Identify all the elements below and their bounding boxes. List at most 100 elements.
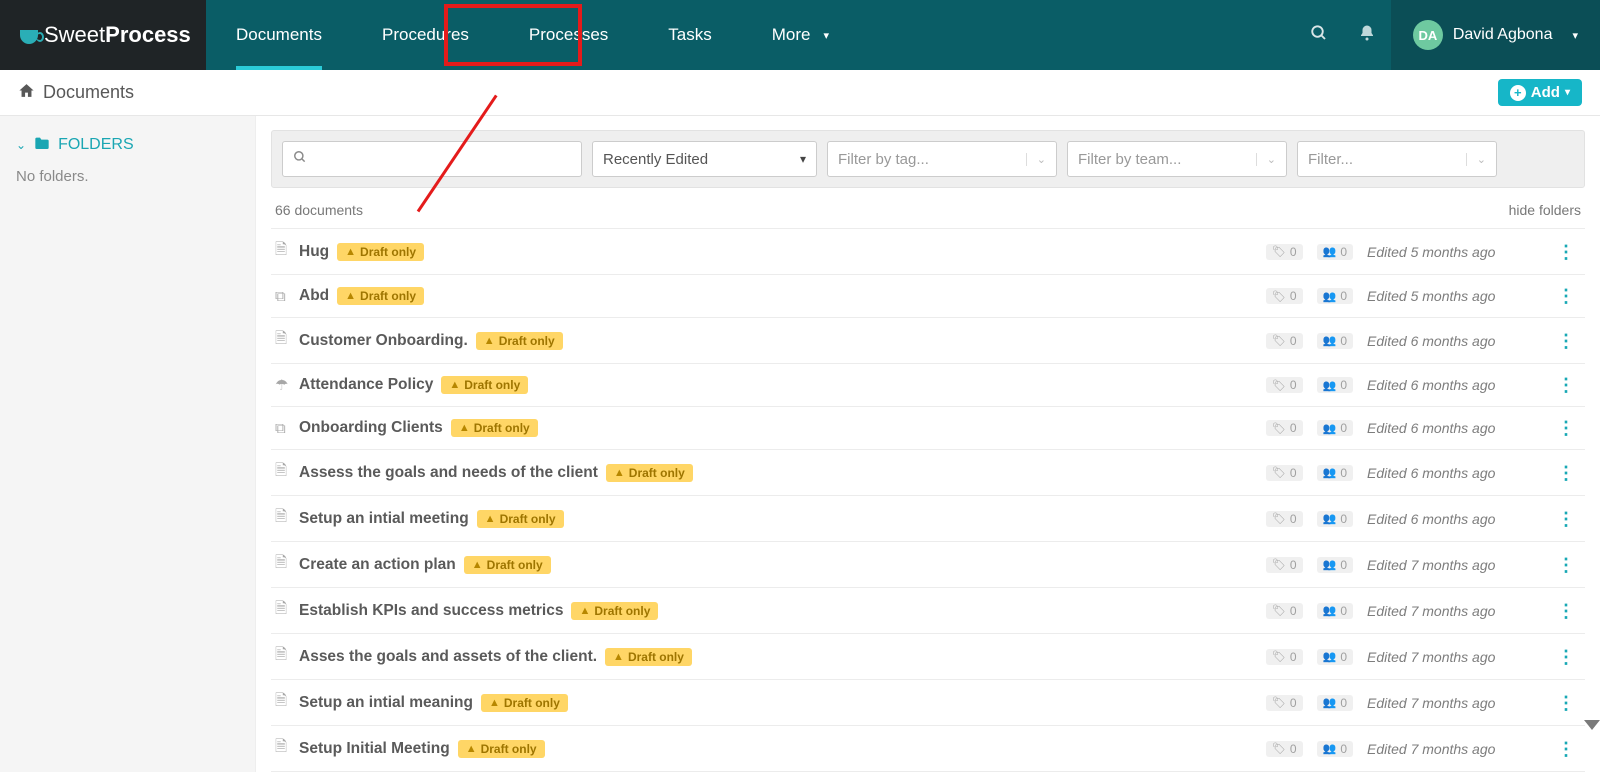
row-menu-icon[interactable]: ⋮ bbox=[1551, 247, 1581, 257]
document-title[interactable]: Assess the goals and needs of the client bbox=[299, 464, 598, 482]
tag-icon: 🏷 bbox=[1272, 379, 1286, 392]
edited-timestamp: Edited 6 months ago bbox=[1367, 511, 1537, 527]
row-menu-icon[interactable]: ⋮ bbox=[1551, 291, 1581, 301]
sidebar: ⌄ FOLDERS No folders. bbox=[0, 116, 256, 772]
draft-badge: ▲ Draft only bbox=[477, 510, 564, 528]
table-row[interactable]: 🗎 Hug ▲ Draft only 🏷0 👥0 Edited 5 months… bbox=[271, 228, 1585, 274]
document-title[interactable]: Onboarding Clients bbox=[299, 419, 443, 437]
tag-icon: 🏷 bbox=[1272, 334, 1286, 347]
brand-logo[interactable]: SweetProcess bbox=[0, 0, 206, 70]
tag-icon: 🏷 bbox=[1272, 696, 1286, 709]
people-icon: 👥 bbox=[1323, 379, 1337, 392]
tag-count: 🏷0 bbox=[1266, 465, 1303, 481]
chevron-down-icon: ▾ bbox=[821, 29, 830, 42]
draft-badge: ▲ Draft only bbox=[337, 243, 424, 261]
scroll-down-icon[interactable] bbox=[1584, 720, 1600, 730]
document-title[interactable]: Hug bbox=[299, 243, 329, 261]
nav-procedures[interactable]: Procedures bbox=[352, 0, 499, 70]
main-nav: Documents Procedures Processes Tasks Mor… bbox=[206, 0, 859, 70]
nav-tasks[interactable]: Tasks bbox=[638, 0, 741, 70]
user-menu[interactable]: DA David Agbona ▾ bbox=[1391, 0, 1600, 70]
document-title[interactable]: Establish KPIs and success metrics bbox=[299, 602, 563, 620]
hide-folders-link[interactable]: hide folders bbox=[1509, 202, 1581, 218]
plus-icon: + bbox=[1510, 85, 1526, 101]
table-row[interactable]: 🗎 Setup an intial meeting ▲ Draft only 🏷… bbox=[271, 495, 1585, 541]
page-body: ⌄ FOLDERS No folders. Recently Edited ▾ … bbox=[0, 116, 1600, 772]
tag-icon: 🏷 bbox=[1272, 604, 1286, 617]
people-count: 👥0 bbox=[1317, 465, 1353, 481]
folders-empty: No folders. bbox=[16, 168, 239, 185]
row-menu-icon[interactable]: ⋮ bbox=[1551, 423, 1581, 433]
row-menu-icon[interactable]: ⋮ bbox=[1551, 652, 1581, 662]
edited-timestamp: Edited 5 months ago bbox=[1367, 288, 1537, 304]
row-menu-icon[interactable]: ⋮ bbox=[1551, 698, 1581, 708]
table-row[interactable]: ⧉ Onboarding Clients ▲ Draft only 🏷0 👥0 … bbox=[271, 406, 1585, 449]
draft-badge: ▲ Draft only bbox=[606, 464, 693, 482]
table-row[interactable]: ☂ Attendance Policy ▲ Draft only 🏷0 👥0 E… bbox=[271, 363, 1585, 406]
row-menu-icon[interactable]: ⋮ bbox=[1551, 514, 1581, 524]
draft-badge: ▲ Draft only bbox=[451, 419, 538, 437]
row-menu-icon[interactable]: ⋮ bbox=[1551, 336, 1581, 346]
document-count: 66 documents bbox=[275, 202, 363, 218]
document-title[interactable]: Attendance Policy bbox=[299, 376, 433, 394]
table-row[interactable]: 🗎 Setup an intial meaning ▲ Draft only 🏷… bbox=[271, 679, 1585, 725]
search-input-wrap[interactable] bbox=[282, 141, 582, 177]
document-title[interactable]: Setup an intial meaning bbox=[299, 694, 473, 712]
row-menu-icon[interactable]: ⋮ bbox=[1551, 380, 1581, 390]
doc-icon: 🗎 bbox=[275, 598, 291, 623]
document-title[interactable]: Setup an intial meeting bbox=[299, 510, 469, 528]
document-title[interactable]: Create an action plan bbox=[299, 556, 456, 574]
warning-icon: ▲ bbox=[614, 467, 625, 479]
folder-icon bbox=[34, 136, 50, 154]
nav-processes[interactable]: Processes bbox=[499, 0, 638, 70]
folders-toggle[interactable]: ⌄ FOLDERS bbox=[16, 136, 239, 154]
warning-icon: ▲ bbox=[579, 605, 590, 617]
sort-select[interactable]: Recently Edited ▾ bbox=[592, 141, 817, 177]
people-count: 👥0 bbox=[1317, 741, 1353, 757]
people-count: 👥0 bbox=[1317, 420, 1353, 436]
filter-team-select[interactable]: Filter by team... ⌄ bbox=[1067, 141, 1287, 177]
filter-other-select[interactable]: Filter... ⌄ bbox=[1297, 141, 1497, 177]
table-row[interactable]: 🗎 Create an action plan ▲ Draft only 🏷0 … bbox=[271, 541, 1585, 587]
copy-icon: ⧉ bbox=[275, 420, 291, 437]
tag-icon: 🏷 bbox=[1272, 245, 1286, 258]
row-menu-icon[interactable]: ⋮ bbox=[1551, 744, 1581, 754]
home-icon[interactable] bbox=[18, 82, 35, 104]
topbar-right: DA David Agbona ▾ bbox=[1295, 0, 1600, 70]
document-title[interactable]: Customer Onboarding. bbox=[299, 332, 468, 350]
draft-badge: ▲ Draft only bbox=[337, 287, 424, 305]
tag-count: 🏷0 bbox=[1266, 377, 1303, 393]
chevron-down-icon: ▾ bbox=[1572, 29, 1578, 42]
filter-tag-select[interactable]: Filter by tag... ⌄ bbox=[827, 141, 1057, 177]
filter-bar: Recently Edited ▾ Filter by tag... ⌄ Fil… bbox=[271, 130, 1585, 188]
nav-more[interactable]: More ▾ bbox=[742, 0, 859, 70]
row-menu-icon[interactable]: ⋮ bbox=[1551, 560, 1581, 570]
warning-icon: ▲ bbox=[449, 379, 460, 391]
chevron-down-icon: ⌄ bbox=[1026, 153, 1046, 166]
document-title[interactable]: Setup Initial Meeting bbox=[299, 740, 450, 758]
document-title[interactable]: Asses the goals and assets of the client… bbox=[299, 648, 597, 666]
tag-count: 🏷0 bbox=[1266, 511, 1303, 527]
bell-icon[interactable] bbox=[1343, 24, 1391, 47]
table-row[interactable]: 🗎 Assess the goals and needs of the clie… bbox=[271, 449, 1585, 495]
table-row[interactable]: 🗎 Setup Initial Meeting ▲ Draft only 🏷0 … bbox=[271, 725, 1585, 772]
table-row[interactable]: 🗎 Asses the goals and assets of the clie… bbox=[271, 633, 1585, 679]
search-input[interactable] bbox=[313, 142, 571, 176]
draft-badge: ▲ Draft only bbox=[476, 332, 563, 350]
table-row[interactable]: 🗎 Establish KPIs and success metrics ▲ D… bbox=[271, 587, 1585, 633]
draft-badge: ▲ Draft only bbox=[481, 694, 568, 712]
people-count: 👥0 bbox=[1317, 511, 1353, 527]
row-menu-icon[interactable]: ⋮ bbox=[1551, 606, 1581, 616]
table-row[interactable]: 🗎 Customer Onboarding. ▲ Draft only 🏷0 👥… bbox=[271, 317, 1585, 363]
tag-count: 🏷0 bbox=[1266, 557, 1303, 573]
search-icon[interactable] bbox=[1295, 24, 1343, 47]
row-menu-icon[interactable]: ⋮ bbox=[1551, 468, 1581, 478]
top-nav: SweetProcess Documents Procedures Proces… bbox=[0, 0, 1600, 70]
add-button[interactable]: + Add ▾ bbox=[1498, 79, 1582, 106]
table-row[interactable]: ⧉ Abd ▲ Draft only 🏷0 👥0 Edited 5 months… bbox=[271, 274, 1585, 317]
edited-timestamp: Edited 6 months ago bbox=[1367, 465, 1537, 481]
document-title[interactable]: Abd bbox=[299, 287, 329, 305]
nav-documents[interactable]: Documents bbox=[206, 0, 352, 70]
doc-icon: 🗎 bbox=[275, 328, 291, 353]
edited-timestamp: Edited 7 months ago bbox=[1367, 649, 1537, 665]
